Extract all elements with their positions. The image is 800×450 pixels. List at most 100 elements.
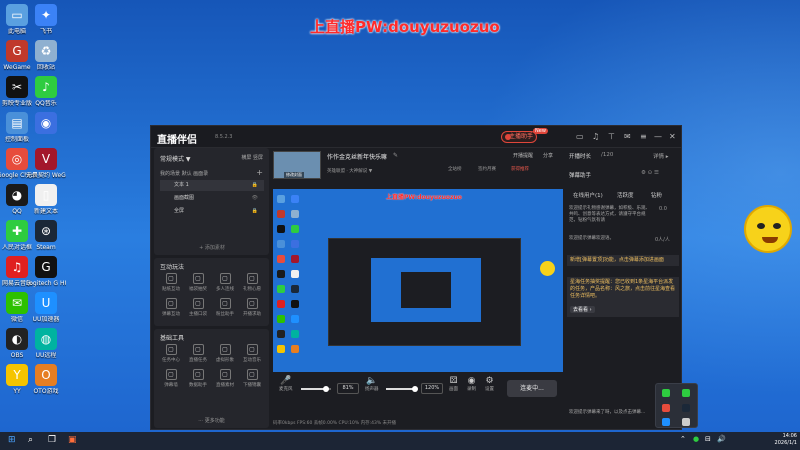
shirt-icon[interactable]: ⊤ [608,132,615,141]
settings-button[interactable]: ⚙ 设置 [485,376,494,392]
details-link[interactable]: 详情 ▸ [653,152,669,160]
start-windows-icon[interactable]: ⊞ [8,435,16,445]
assistant-settings-icon[interactable]: ⚙ ⊙ ☰ [641,170,659,176]
live-assistant-button[interactable]: 主播助手 [501,131,537,143]
source-lock-icon[interactable]: 🔒 [252,206,258,217]
volume-icon[interactable]: 🔊 [717,435,726,443]
tool-button[interactable]: ▢ 互动音乐 [239,344,265,363]
tray-blue-icon[interactable] [662,418,670,426]
yy-icon: Y [6,364,28,386]
desktop-icon[interactable]: ◍ UU远程 [26,328,66,359]
steam-tray-icon[interactable] [682,404,690,412]
tray-gray-icon[interactable] [682,418,690,426]
tray-overflow-popup [655,383,698,428]
preview-nested-app-2 [401,272,451,308]
add-source-button[interactable]: + 添加素材 [160,244,264,251]
tray-app-icon[interactable] [682,389,690,397]
live-companion-window: 直播伴侣 8.5.2.3 主播助手 New ▭ ♫ ⊤ ✉ ≡ — ✕ 常规模式… [150,125,682,430]
go-see-button[interactable]: 去看看 › [570,306,595,313]
tool-button[interactable]: ▢ 主播口袋 [185,298,211,317]
scene-tabs[interactable]: 我的场景 默认 画面录 [160,170,208,177]
tab-activity[interactable]: 活跃度 [617,191,634,199]
desktop-icon[interactable]: O OTO游戏 [26,364,66,395]
share-button[interactable]: 分享 [543,152,553,159]
desktop-icon[interactable]: U UU加速器 [26,292,66,323]
nvidia-icon[interactable] [662,389,670,397]
edit-title-icon[interactable]: ✎ [393,152,398,159]
tool-button[interactable]: ▢ 开播求助 [239,298,265,317]
tray-app-icon-2[interactable]: ● [693,435,699,443]
tool-button[interactable]: ▢ 弹幕互动 [158,298,184,317]
tray-chevron-icon[interactable]: ⌃ [680,435,686,443]
connect-mic-button[interactable]: 连麦中... [507,380,557,397]
add-scene-button[interactable]: + [256,168,263,177]
desktop-icon[interactable]: ♪ QQ音乐 [26,76,66,107]
source-label: 文本 1 [174,182,189,188]
tool-button[interactable]: ▢ 下播锦囊 [239,369,265,388]
tool-button[interactable]: ▢ 直播素材 [212,369,238,388]
mic-control[interactable]: 🎤 麦克风 [279,376,293,392]
tool-label: 弹幕互动 [162,312,180,317]
minimize-icon[interactable]: — [654,132,662,141]
tool-button[interactable]: ▢ 直播任务 [185,344,211,363]
app-version: 8.5.2.3 [215,134,233,140]
stream-title: 作作金克丝新年快乐嘛 [327,154,388,161]
orientation-toggle[interactable]: 横屏 竖屏 [241,154,263,161]
speaker-control[interactable]: 🔈 扬声器 [365,376,379,392]
source-lock-icon[interactable]: 👁 [252,193,258,204]
headset-icon[interactable]: ♫ [592,132,599,141]
tool-button[interactable]: ▢ 福袋抽奖 [185,273,211,292]
tool-button[interactable]: ▢ 虚拟形象 [212,344,238,363]
tab-online-users[interactable]: 在线用户(1) [573,191,603,199]
source-item[interactable]: 画面截图 👁 [160,193,264,204]
tab-diamond-fans[interactable]: 钻粉 [651,191,662,199]
tool-button[interactable]: ▢ 贴纸互动 [158,273,184,292]
tool-button[interactable]: ▢ 粉丝助手 [212,298,238,317]
record-button[interactable]: ◉ 录制 [467,376,476,392]
cover-thumbnail[interactable]: 修改封面 [273,151,321,179]
more-functions-button[interactable]: ⋯ 更多功能 [154,417,269,424]
uu-remote-icon: ◍ [35,328,57,350]
rank-sign-month[interactable]: 签约月赛 [478,166,496,172]
desktop-icon[interactable]: ✦ 飞书 [26,4,66,35]
desktop-icon[interactable]: ◉ [26,112,66,136]
live-reminder-button[interactable]: 开播提醒 [513,152,533,159]
stream-preview[interactable]: 上直播PW:douyuzuozuo [273,189,563,372]
tool-button[interactable]: ▢ 数据助手 [185,369,211,388]
close-icon[interactable]: ✕ [669,132,676,141]
desktop-icon[interactable]: ▯ 新建文本 [26,184,66,215]
speaker-volume-slider[interactable] [386,386,418,392]
source-item[interactable]: 文本 1 🔒 [160,180,264,191]
source-item[interactable]: 全屏 🔒 [160,206,264,217]
tool-button[interactable]: ▢ 礼物心愿 [239,273,265,292]
desktop-icon-label: Logitech G HUB [26,280,66,287]
desktop-icon[interactable]: ⊛ Steam [26,220,66,251]
category-tags[interactable]: 英雄联盟 · 大神解说 ▼ [327,168,372,174]
scene-tool-button[interactable]: ⚄ 画面 [449,376,458,392]
mic-volume-slider[interactable] [301,386,331,392]
desktop-icon[interactable]: ♻ 回收站 [26,40,66,71]
task-view-icon[interactable]: ❐ [48,435,56,445]
network-icon[interactable]: ⊟ [705,435,711,443]
search-icon[interactable]: ⌕ [28,435,33,445]
speaker-volume-value: 120% [421,383,443,394]
tool-button[interactable]: ▢ 弹幕墙 [158,369,184,388]
message-icon[interactable]: ✉ [624,132,631,141]
desktop-icon[interactable]: G Logitech G HUB [26,256,66,287]
rank-all-site[interactable]: 全站榜 [448,166,462,172]
pin-danmu-notice[interactable]: 新增[弹幕置顶]功能，点击弹幕添加进画面 [567,255,679,266]
live-companion-taskbar-icon[interactable]: ▣ [68,435,77,445]
tool-button[interactable]: ▢ 任务中心 [158,344,184,363]
mode-select[interactable]: 常规模式 ▼ [160,154,191,163]
desktop-icon-label: 飞书 [39,28,52,35]
danmu-assistant-title: 弹幕助手 [569,173,592,179]
wegame-icon: G [6,40,28,62]
menu-icon[interactable]: ≡ [640,132,647,141]
clock[interactable]: 14:06 2026/1/1 [775,433,797,447]
screen-icon[interactable]: ▭ [576,132,584,141]
tool-button[interactable]: ▢ 多人连线 [212,273,238,292]
preview-desktop-icon [277,315,285,323]
tray-red-icon[interactable] [662,404,670,412]
desktop-icon[interactable]: V 无畏契约 WeGame版 [26,148,66,179]
source-lock-icon[interactable]: 🔒 [252,180,258,191]
